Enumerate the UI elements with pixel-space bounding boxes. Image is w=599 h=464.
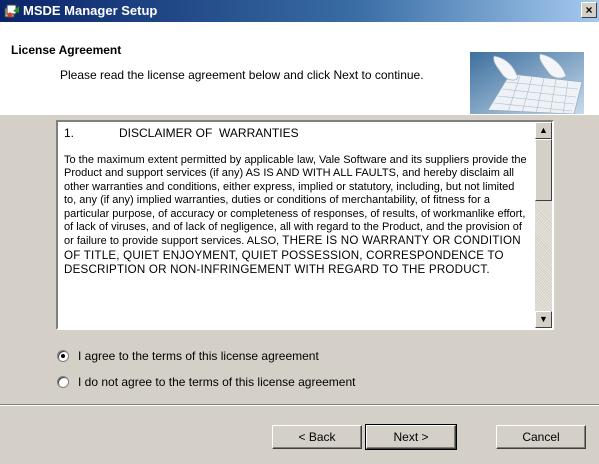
- header-divider: [0, 114, 599, 115]
- disagree-option[interactable]: I do not agree to the terms of this lice…: [57, 375, 356, 389]
- license-textbox[interactable]: 1. DISCLAIMER OF WARRANTIES To the maximu…: [56, 120, 554, 330]
- close-button[interactable]: ×: [581, 2, 597, 18]
- page-title: License Agreement: [11, 43, 122, 57]
- agree-option[interactable]: I agree to the terms of this license agr…: [57, 349, 319, 363]
- back-button[interactable]: < Back: [272, 425, 362, 449]
- next-button[interactable]: Next >: [365, 424, 457, 450]
- keyboard-hands-icon: [470, 52, 584, 115]
- footer-divider: [0, 404, 599, 406]
- license-body: To the maximum extent permitted by appli…: [64, 154, 529, 278]
- scrollbar-thumb[interactable]: [535, 139, 552, 201]
- license-heading-number: 1.: [64, 126, 75, 140]
- license-text-area: 1. DISCLAIMER OF WARRANTIES To the maximu…: [58, 122, 535, 328]
- radio-selected-dot: [61, 354, 65, 358]
- arrow-down-icon[interactable]: ▼: [535, 311, 552, 328]
- window-title: MSDE Manager Setup: [23, 3, 158, 18]
- agree-radio[interactable]: [57, 350, 69, 362]
- setup-dialog: MSDE Manager Setup × License Agreement P…: [0, 0, 599, 464]
- license-scrollbar[interactable]: ▲ ▼: [535, 122, 552, 328]
- cancel-button[interactable]: Cancel: [496, 425, 586, 449]
- license-heading-text: DISCLAIMER OF WARRANTIES: [119, 126, 299, 140]
- header-panel: License Agreement Please read the licens…: [0, 22, 599, 115]
- page-subtitle: Please read the license agreement below …: [60, 68, 424, 82]
- license-body-text: To the maximum extent permitted by appli…: [64, 154, 527, 248]
- title-bar[interactable]: MSDE Manager Setup ×: [0, 0, 599, 22]
- disagree-radio[interactable]: [57, 376, 69, 388]
- disagree-label: I do not agree to the terms of this lice…: [78, 375, 356, 389]
- license-heading: 1. DISCLAIMER OF WARRANTIES: [64, 126, 529, 140]
- setup-icon: [4, 3, 20, 19]
- arrow-up-icon[interactable]: ▲: [535, 122, 552, 139]
- agree-label: I agree to the terms of this license agr…: [78, 349, 319, 363]
